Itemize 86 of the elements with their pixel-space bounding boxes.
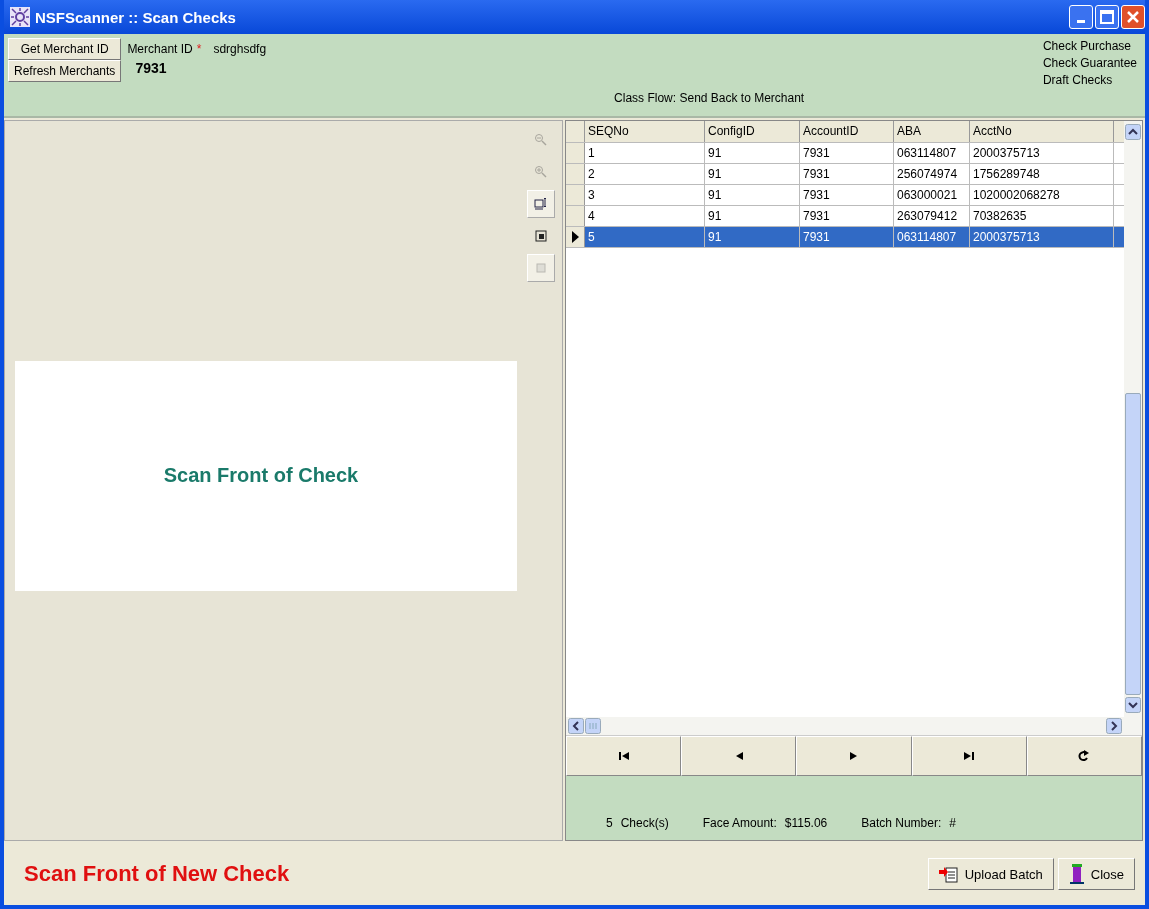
last-record-button[interactable]	[911, 736, 1027, 776]
close-button[interactable]	[1121, 5, 1145, 29]
table-cell: 1020002068278	[970, 185, 1114, 205]
current-row-icon	[571, 231, 579, 243]
table-cell: 4	[585, 206, 705, 226]
table-cell: 263079412	[894, 206, 970, 226]
batch-number: #	[949, 816, 956, 830]
table-cell: 70382635	[970, 206, 1114, 226]
table-cell: 7931	[800, 185, 894, 205]
table-cell: 7931	[800, 227, 894, 247]
face-amount: $115.06	[784, 816, 828, 830]
maximize-button[interactable]	[1095, 5, 1119, 29]
table-cell: 063114807	[894, 227, 970, 247]
check-type-label: Check Purchase	[1042, 38, 1132, 55]
upload-batch-button[interactable]: Upload Batch	[927, 858, 1054, 890]
scroll-down-icon[interactable]	[1125, 697, 1141, 713]
minimize-button[interactable]	[1069, 5, 1093, 29]
previous-record-button[interactable]	[681, 736, 797, 776]
table-cell: 7931	[800, 164, 894, 184]
minimize-icon	[1077, 19, 1085, 23]
table-cell: 2	[585, 164, 705, 184]
app-icon	[10, 7, 30, 27]
table-cell: 2000375713	[970, 143, 1114, 163]
check-count-label: Check(s)	[620, 816, 669, 830]
toolbar-button[interactable]: Get Merchant ID	[8, 38, 122, 60]
status-message: Scan Front of New Check	[24, 861, 290, 887]
column-header[interactable]: AcctNo	[970, 121, 1114, 142]
merchant-label: Merchant ID	[127, 42, 193, 56]
first-record-button[interactable]	[566, 736, 682, 776]
image-caption: Scan Front of Check	[163, 464, 359, 487]
close-icon	[1126, 10, 1140, 24]
fit-icon	[534, 197, 548, 211]
actual-size-icon	[534, 229, 548, 243]
table-cell: 91	[705, 143, 800, 163]
table-cell: 91	[705, 164, 800, 184]
maximize-icon	[1100, 10, 1114, 24]
scroll-up-icon[interactable]	[1125, 124, 1141, 140]
zoom-out-icon	[534, 133, 548, 147]
table-cell: 1756289748	[970, 164, 1114, 184]
scroll-thumb[interactable]	[1125, 393, 1141, 695]
refresh-icon	[1078, 750, 1091, 762]
table-cell: 7931	[800, 206, 894, 226]
table-cell: 2000375713	[970, 227, 1114, 247]
table-row[interactable]: 5 91 7931 063114807 2000375713	[566, 227, 1124, 248]
merchant-name: sdrghsdfg	[213, 42, 267, 56]
column-header[interactable]: ABA	[894, 121, 970, 142]
upload-document-icon	[938, 865, 959, 883]
page-icon	[534, 261, 548, 275]
table-cell: 91	[705, 227, 800, 247]
table-cell: 7931	[800, 143, 894, 163]
next-record-button[interactable]	[796, 736, 912, 776]
table-cell: 063000021	[894, 185, 970, 205]
table-row[interactable]: 4 91 7931 263079412 70382635	[566, 206, 1124, 227]
check-type-label: Draft Checks	[1042, 72, 1114, 89]
required-mark: *	[196, 42, 202, 56]
refresh-button[interactable]	[1026, 736, 1142, 776]
batch-number-label: Batch Number:	[861, 816, 942, 830]
check-count: 5	[606, 816, 613, 830]
table-cell: 91	[705, 206, 800, 226]
table-row[interactable]: 2 91 7931 256074974 1756289748	[566, 164, 1124, 185]
merchant-id: 7931	[135, 60, 168, 76]
table-cell: 91	[705, 185, 800, 205]
face-amount-label: Face Amount:	[702, 816, 777, 830]
column-header[interactable]: AccountID	[800, 121, 894, 142]
toolbar-button[interactable]: Refresh Merchants	[8, 60, 122, 82]
column-header[interactable]: ConfigID	[705, 121, 800, 142]
column-header[interactable]: SEQNo	[585, 121, 705, 142]
close-app-button[interactable]: Close	[1057, 858, 1135, 890]
scroll-thumb[interactable]	[585, 718, 601, 734]
window-title: NSFScanner :: Scan Checks	[35, 8, 236, 26]
vertical-scrollbar[interactable]	[1124, 121, 1142, 735]
table-cell: 5	[585, 227, 705, 247]
check-type-label: Check Guarantee	[1042, 55, 1137, 72]
table-cell: 3	[585, 185, 705, 205]
first-icon	[617, 750, 630, 762]
class-flow-text: Class Flow: Send Back to Merchant	[614, 91, 805, 107]
scroll-left-icon[interactable]	[568, 718, 584, 734]
table-row[interactable]: 3 91 7931 063000021 1020002068278	[566, 185, 1124, 206]
table-cell: 1	[585, 143, 705, 163]
last-icon	[963, 750, 976, 762]
zoom-in-icon	[534, 165, 548, 179]
table-cell: 063114807	[894, 143, 970, 163]
horizontal-scrollbar[interactable]	[566, 717, 1124, 735]
table-cell: 256074974	[894, 164, 970, 184]
scroll-right-icon[interactable]	[1106, 718, 1122, 734]
table-row[interactable]: 1 91 7931 063114807 2000375713	[566, 143, 1124, 164]
